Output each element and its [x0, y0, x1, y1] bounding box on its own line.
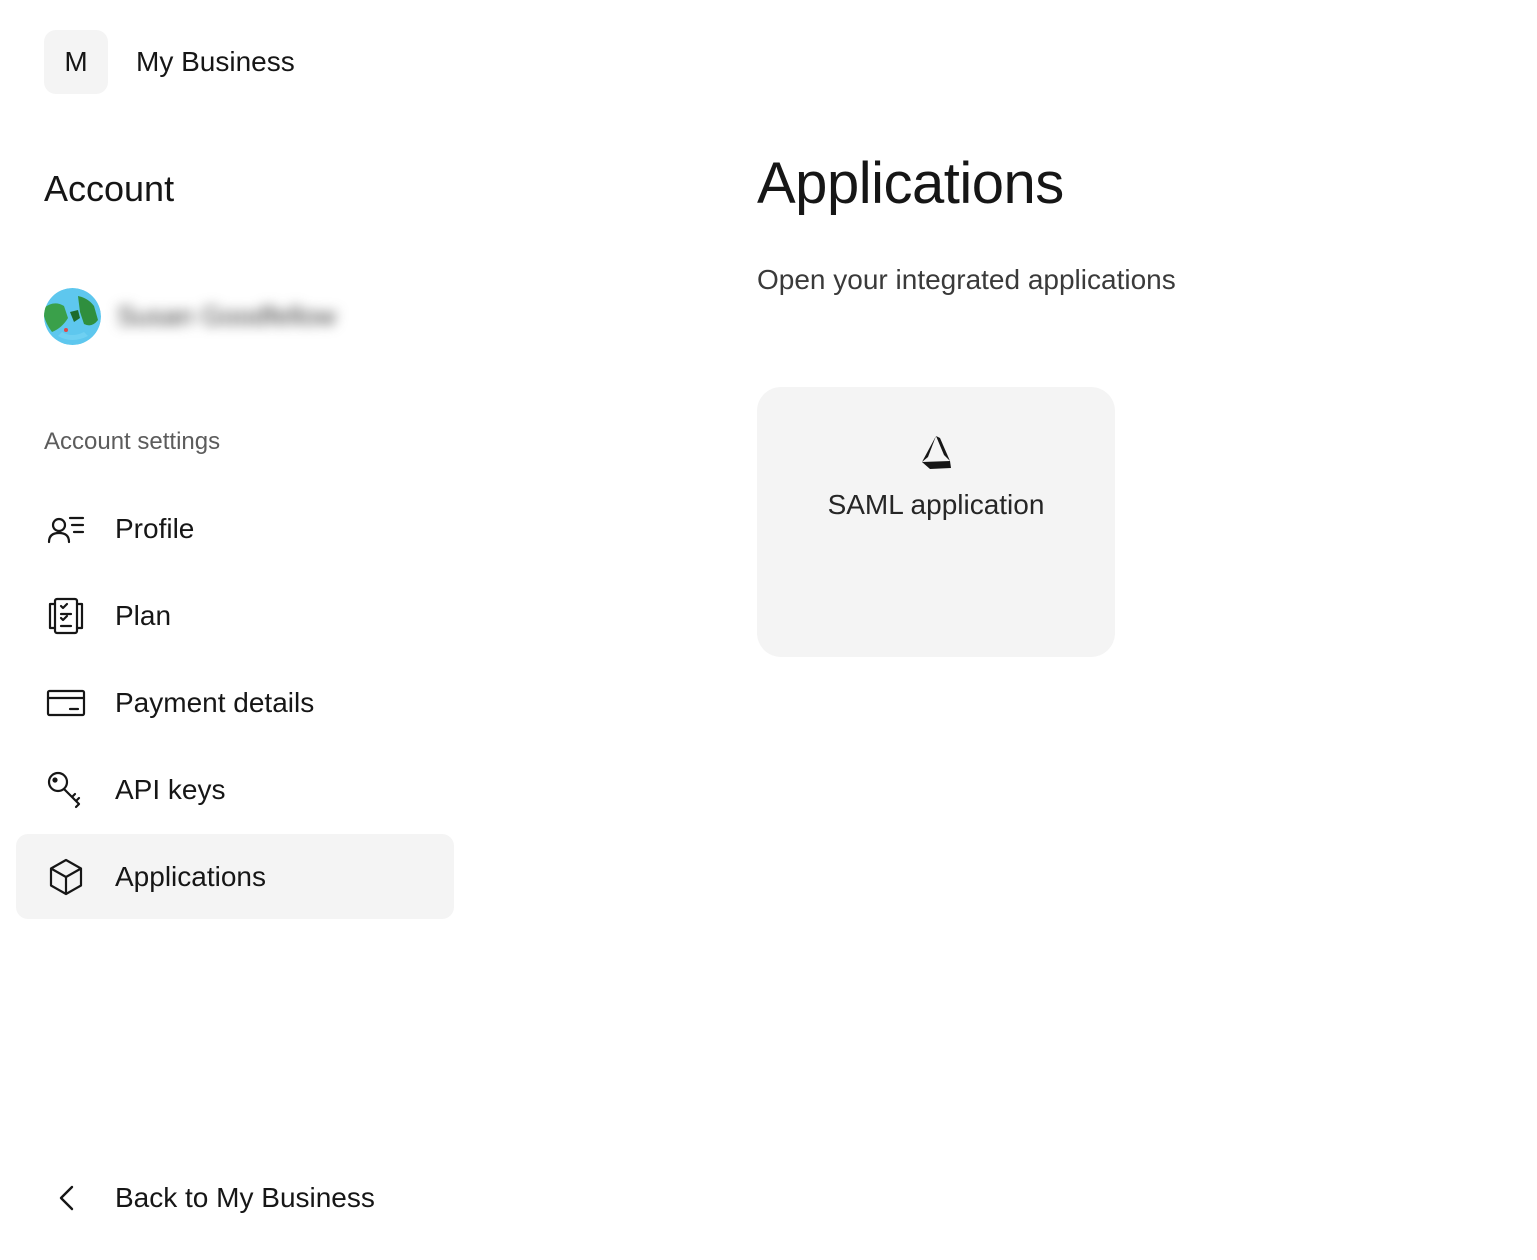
avatar	[44, 288, 101, 345]
cube-icon	[44, 855, 88, 899]
back-link-label: Back to My Business	[115, 1182, 375, 1213]
main-content: Applications Open your integrated applic…	[757, 0, 1517, 1260]
user-name: Susan Goodfellow	[117, 301, 337, 331]
back-to-workspace-link[interactable]: Back to My Business	[44, 1176, 375, 1220]
sidebar: M My Business Account Susan Goodfellow A…	[0, 0, 470, 1260]
saml-logo-icon	[916, 433, 956, 473]
sidebar-item-plan[interactable]: Plan	[16, 573, 454, 658]
app-card-label: SAML application	[827, 489, 1045, 520]
key-icon	[44, 768, 88, 812]
page-subtitle: Open your integrated applications	[757, 264, 1176, 295]
workspace-switcher[interactable]: M My Business	[44, 30, 295, 94]
sidebar-item-label: Payment details	[115, 686, 315, 718]
sidebar-item-applications[interactable]: Applications	[16, 834, 454, 919]
sidebar-item-label: Applications	[115, 860, 266, 892]
app-card-saml[interactable]: SAML application	[757, 387, 1115, 657]
checklist-icon	[44, 594, 88, 638]
workspace-avatar: M	[44, 30, 108, 94]
sidebar-title: Account	[44, 168, 175, 209]
chevron-left-icon	[44, 1176, 88, 1220]
page-title: Applications	[757, 151, 1064, 216]
user-profile: Susan Goodfellow	[44, 288, 336, 345]
sidebar-item-payment-details[interactable]: Payment details	[16, 660, 454, 745]
settings-nav: Profile Plan Payment details API keys Ap…	[16, 486, 454, 921]
sidebar-item-profile[interactable]: Profile	[16, 486, 454, 571]
page: M My Business Account Susan Goodfellow A…	[0, 0, 1537, 1260]
workspace-name: My Business	[136, 46, 295, 77]
sidebar-item-api-keys[interactable]: API keys	[16, 747, 454, 832]
sidebar-item-label: Profile	[115, 512, 195, 544]
sidebar-item-label: API keys	[115, 773, 226, 805]
section-label: Account settings	[44, 428, 221, 455]
user-list-icon	[44, 507, 88, 551]
credit-card-icon	[44, 681, 88, 725]
sidebar-item-label: Plan	[115, 599, 172, 631]
